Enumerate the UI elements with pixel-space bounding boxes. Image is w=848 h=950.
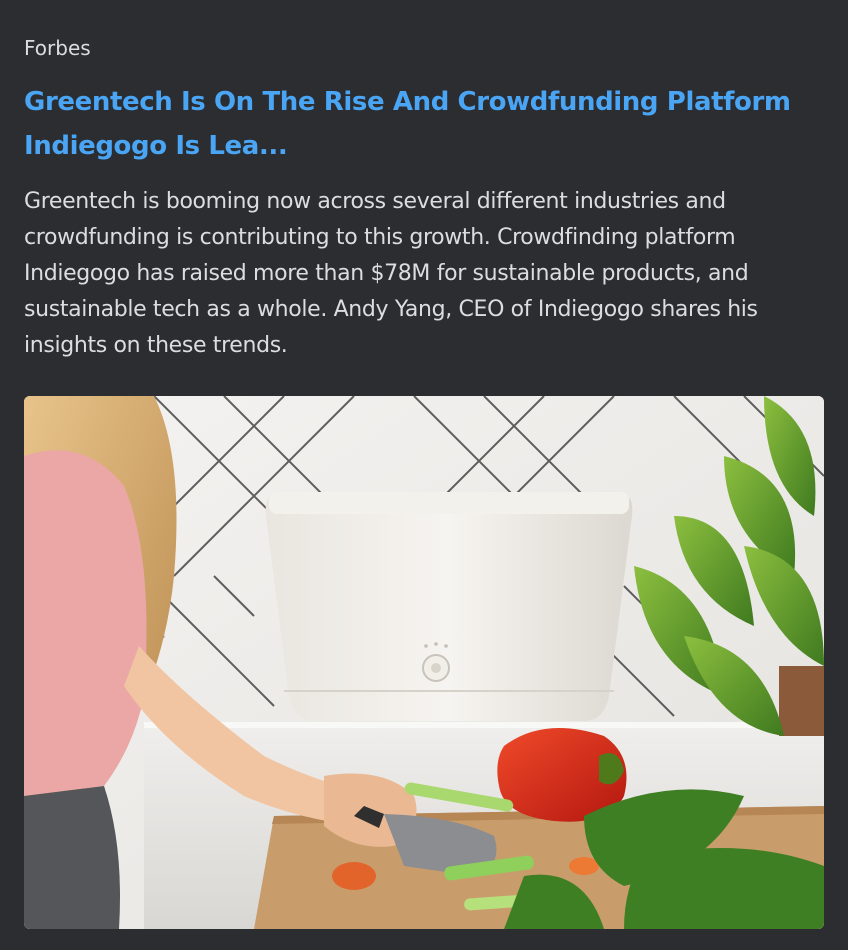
embed-image-illustration <box>24 396 824 929</box>
embed-title-link[interactable]: Greentech Is On The Rise And Crowdfundin… <box>24 80 814 168</box>
embed-image[interactable] <box>24 396 824 929</box>
link-embed: Forbes Greentech Is On The Rise And Crow… <box>0 0 848 950</box>
embed-description: Greentech is booming now across several … <box>24 189 758 358</box>
embed-provider: Forbes <box>24 36 91 60</box>
